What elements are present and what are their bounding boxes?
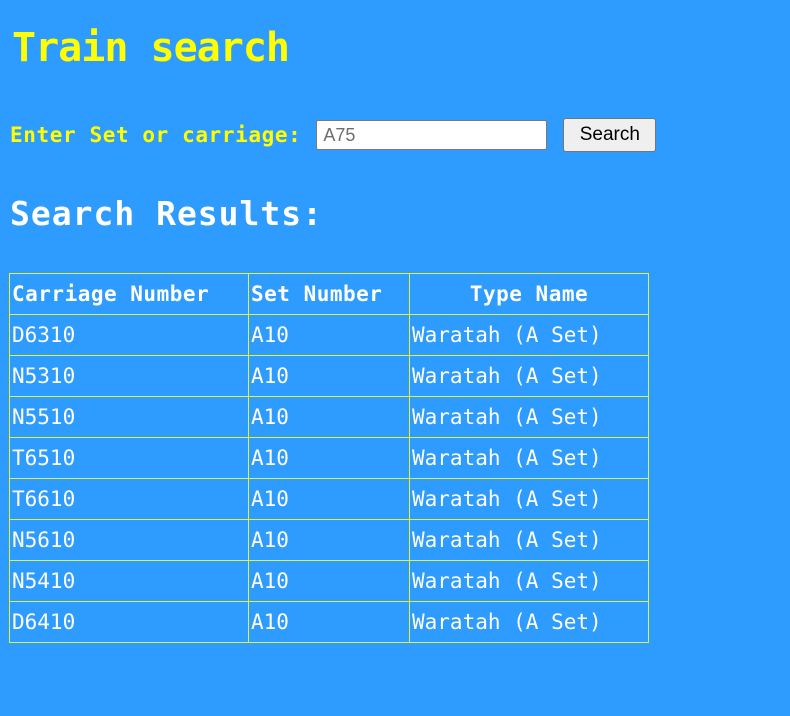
search-form: Enter Set or carriage: Search (10, 118, 657, 152)
type-name-cell: Waratah (A Set) (409, 478, 649, 520)
set-number-cell: A10 (248, 355, 410, 397)
type-name-cell: Waratah (A Set) (409, 314, 649, 356)
carriage-number-cell: D6410 (9, 601, 249, 643)
set-number-cell: A10 (248, 478, 410, 520)
table-row: D6410 A10 Waratah (A Set) (9, 601, 649, 643)
carriage-number-cell: D6310 (9, 314, 249, 356)
column-header-carriage-number: Carriage Number (9, 273, 249, 315)
results-heading: Search Results: (10, 194, 324, 233)
type-name-cell: Waratah (A Set) (409, 396, 649, 438)
carriage-number-cell: N5610 (9, 519, 249, 561)
column-header-set-number: Set Number (248, 273, 410, 315)
type-name-cell: Waratah (A Set) (409, 519, 649, 561)
table-row: N5410 A10 Waratah (A Set) (9, 560, 649, 602)
type-name-cell: Waratah (A Set) (409, 601, 649, 643)
carriage-number-cell: N5310 (9, 355, 249, 397)
set-number-cell: A10 (248, 601, 410, 643)
table-row: N5310 A10 Waratah (A Set) (9, 355, 649, 397)
table-row: N5610 A10 Waratah (A Set) (9, 519, 649, 561)
type-name-cell: Waratah (A Set) (409, 355, 649, 397)
results-table: Carriage Number Set Number Type Name D63… (9, 273, 649, 643)
search-button[interactable]: Search (563, 118, 657, 152)
table-row: T6510 A10 Waratah (A Set) (9, 437, 649, 479)
carriage-number-cell: N5410 (9, 560, 249, 602)
carriage-number-cell: N5510 (9, 396, 249, 438)
search-label: Enter Set or carriage: (10, 123, 302, 147)
type-name-cell: Waratah (A Set) (409, 437, 649, 479)
table-header-row: Carriage Number Set Number Type Name (9, 273, 649, 315)
set-number-cell: A10 (248, 396, 410, 438)
carriage-number-cell: T6610 (9, 478, 249, 520)
set-number-cell: A10 (248, 437, 410, 479)
set-number-cell: A10 (248, 519, 410, 561)
type-name-cell: Waratah (A Set) (409, 560, 649, 602)
table-row: D6310 A10 Waratah (A Set) (9, 314, 649, 356)
search-input[interactable] (316, 120, 548, 150)
carriage-number-cell: T6510 (9, 437, 249, 479)
set-number-cell: A10 (248, 314, 410, 356)
table-row: N5510 A10 Waratah (A Set) (9, 396, 649, 438)
table-row: T6610 A10 Waratah (A Set) (9, 478, 649, 520)
column-header-type-name: Type Name (409, 273, 649, 315)
set-number-cell: A10 (248, 560, 410, 602)
page-title: Train search (12, 25, 290, 71)
